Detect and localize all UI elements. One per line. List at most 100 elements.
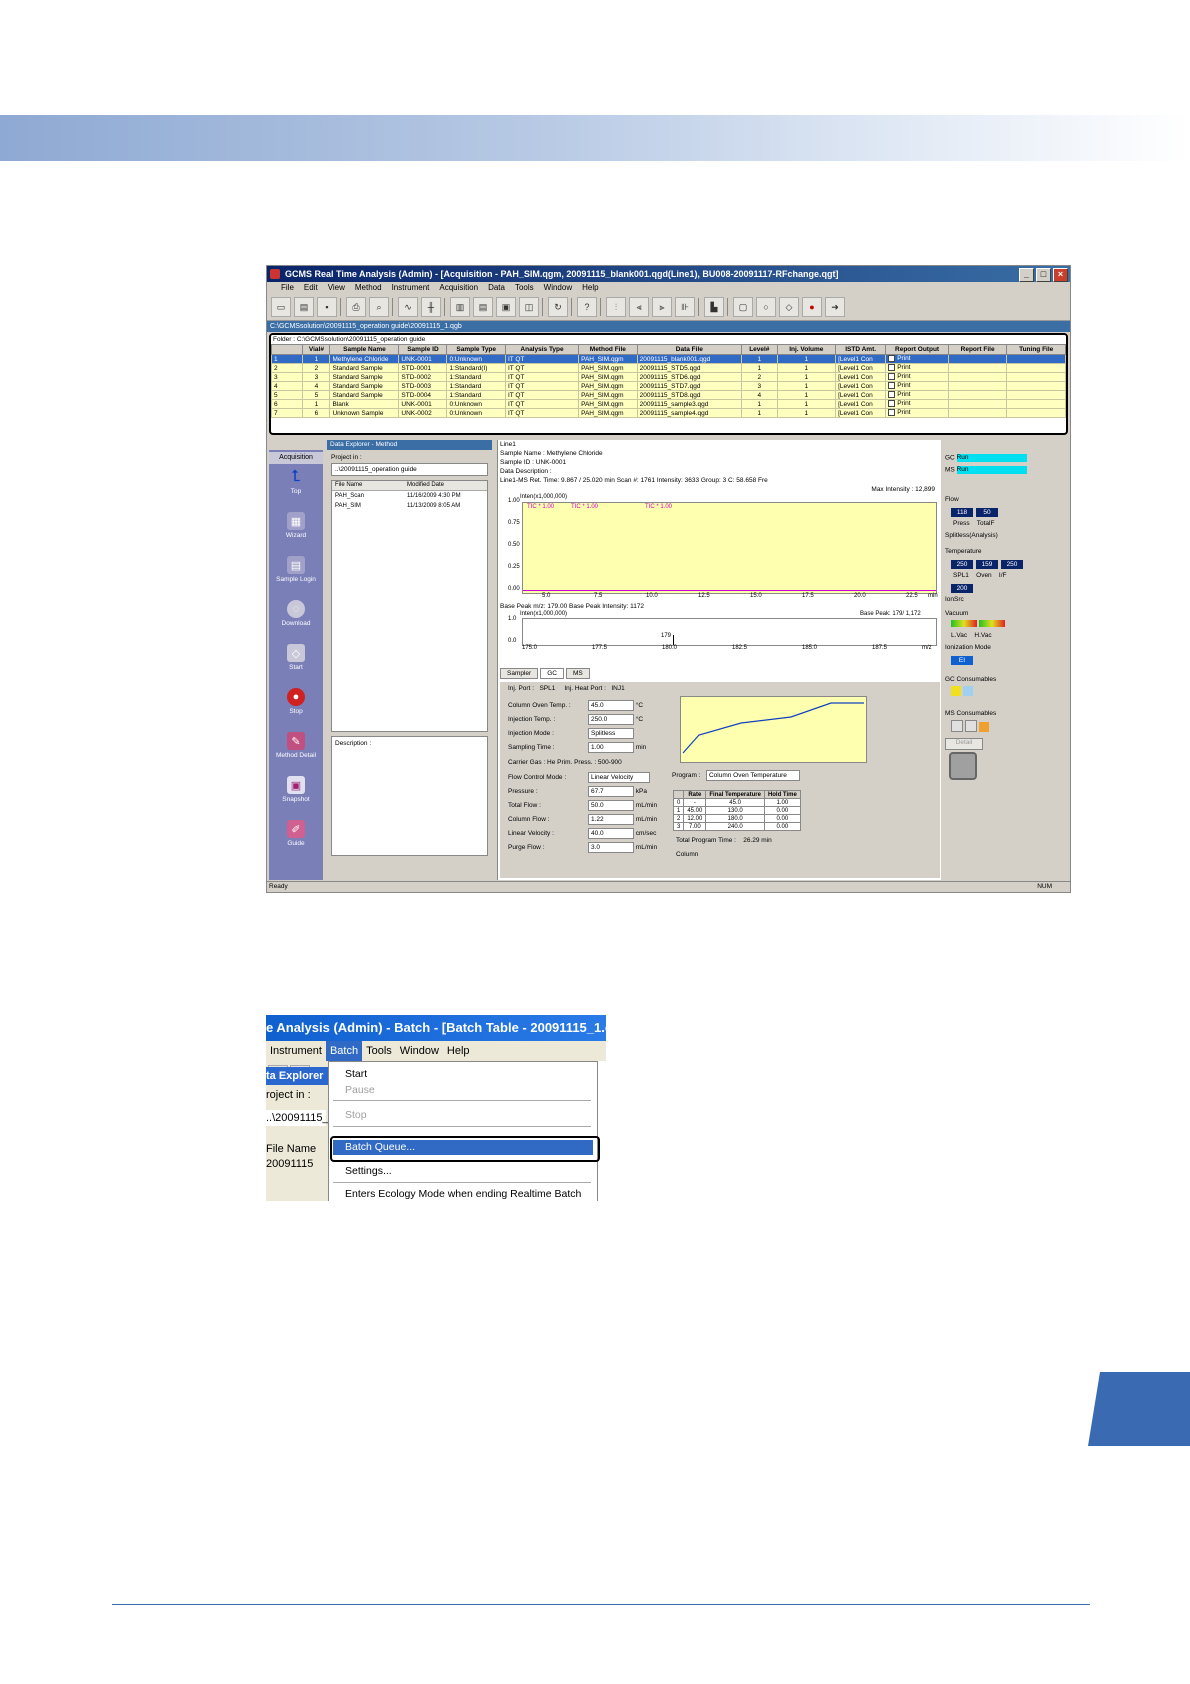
ms-consumable-3-icon[interactable] (978, 722, 989, 732)
batch-cell[interactable]: 1:Standard(I) (446, 363, 506, 373)
batch-cell[interactable] (947, 390, 1008, 400)
injection-mode-select[interactable]: Splitless (588, 728, 634, 739)
table-row[interactable]: 2 12.00 180.0 0.00 (672, 814, 801, 823)
detail-button[interactable]: Detail (945, 738, 983, 750)
batch-cell[interactable]: 1 (271, 354, 304, 364)
batch-cell[interactable]: Standard Sample (329, 390, 400, 400)
batch-cell[interactable]: Standard Sample (329, 363, 400, 373)
batch-cell[interactable]: 1 (776, 354, 837, 364)
menu-item-ecology-mode[interactable]: Enters Ecology Mode when ending Realtime… (345, 1188, 581, 1200)
oven-cell[interactable]: - (683, 798, 707, 807)
gc-consumable-icon[interactable] (951, 686, 961, 696)
batch-cell[interactable]: 1 (302, 399, 331, 409)
batch-cell[interactable]: Unknown Sample (329, 408, 400, 418)
oven-cell[interactable]: 0 (672, 798, 685, 807)
menu-method[interactable]: Method (355, 282, 382, 294)
batch-cell[interactable]: Methylene Chloride (329, 354, 400, 364)
batch-cell[interactable]: 4 (271, 381, 304, 391)
batch-cell[interactable]: Print (885, 408, 949, 418)
batch-cell[interactable]: 0:Unknown (446, 399, 506, 409)
col-file-name[interactable]: File Name (332, 481, 407, 490)
batch-cell[interactable]: 2 (741, 372, 778, 382)
batch-cell[interactable]: STD-0002 (398, 372, 448, 382)
project-combo[interactable]: ..\20091115_operation guide (331, 463, 488, 476)
batch-cell[interactable]: UNK-0001 (398, 354, 448, 364)
batch-cell[interactable]: PAH_SIM.qgm (578, 363, 638, 373)
batch-cell[interactable] (1006, 372, 1066, 382)
table-row[interactable]: 1 1 Methylene Chloride UNK-0001 0:Unknown IT … (271, 354, 1066, 364)
save-icon[interactable]: ▪ (317, 297, 337, 317)
batch-col-header[interactable]: Vial# (302, 344, 331, 355)
batch-cell[interactable]: PAH_SIM.qgm (578, 399, 638, 409)
batch-cell[interactable]: [Level1 Con (835, 354, 887, 364)
menu-item-stop[interactable]: Stop (345, 1109, 367, 1121)
tool-3-icon[interactable]: ◇ (779, 297, 799, 317)
batch-cell[interactable]: Standard Sample (329, 372, 400, 382)
menu-item-settings[interactable]: Settings... (345, 1165, 392, 1177)
tool-2-icon[interactable]: ○ (756, 297, 776, 317)
batch-cell[interactable]: 1 (302, 354, 331, 364)
layout-1-icon[interactable]: ▥ (450, 297, 470, 317)
nav-stop[interactable]: ● Stop (269, 688, 323, 728)
batch-cell[interactable]: UNK-0002 (398, 408, 448, 418)
batch-cell[interactable] (1006, 354, 1066, 364)
nav-start[interactable]: ◇ Start (269, 644, 323, 684)
batch-cell[interactable]: 20091115_STD5.qgd (636, 363, 743, 373)
batch-col-header[interactable]: Sample ID (398, 344, 448, 355)
peak-icon[interactable]: ⫶ (606, 297, 626, 317)
menu-instrument[interactable]: Instrument (392, 282, 430, 294)
batch-cell[interactable]: IT QT (504, 408, 580, 418)
oven-cell[interactable]: 0.00 (763, 814, 801, 823)
batch-cell[interactable]: 1 (741, 399, 778, 409)
column-oven-field[interactable]: 45.0 (588, 700, 634, 711)
batch-cell[interactable]: 2 (302, 363, 331, 373)
open-icon[interactable]: ▤ (294, 297, 314, 317)
tool-1-icon[interactable]: ▢ (733, 297, 753, 317)
forward-icon[interactable]: ➜ (825, 297, 845, 317)
table-row[interactable]: 3 3 Standard Sample STD-0002 1:Standard IT QT… (271, 372, 1066, 382)
batch-cell[interactable]: 1:Standard (446, 372, 506, 382)
batch-col-header[interactable]: Inj. Volume (776, 344, 837, 355)
table-row[interactable]: 6 1 Blank UNK-0001 0:Unknown IT QT PAH_SIM.qgm… (271, 399, 1066, 409)
nav-wizard[interactable]: ▦ Wizard (269, 512, 323, 552)
batch-cell[interactable]: Print (885, 399, 949, 409)
oven-cell[interactable]: 3 (672, 822, 685, 831)
injection-temp-field[interactable]: 250.0 (588, 714, 634, 725)
batch-cell[interactable]: Standard Sample (329, 381, 400, 391)
project-combo[interactable]: ..\20091115_ (266, 1110, 329, 1126)
nav-download[interactable]: ◌ Download (269, 600, 323, 640)
batch-cell[interactable] (947, 354, 1008, 364)
nav-snapshot[interactable]: ▣ Snapshot (269, 776, 323, 816)
report-checkbox[interactable] (888, 400, 896, 408)
table-row[interactable]: 4 4 Standard Sample STD-0003 1:Standard IT QT… (271, 381, 1066, 391)
linear-velocity-field[interactable]: 40.0 (588, 828, 634, 839)
tab-gc[interactable]: GC (540, 668, 564, 679)
batch-cell[interactable]: 1 (741, 363, 778, 373)
oven-cell[interactable]: 0.00 (763, 822, 801, 831)
nav-sample-login[interactable]: ▤ Sample Login (269, 556, 323, 596)
list-item[interactable]: PAH_Scan 11/16/2009 4:30 PM (332, 491, 487, 501)
batch-cell[interactable] (1006, 399, 1066, 409)
batch-cell[interactable]: IT QT (504, 354, 580, 364)
peak-4-icon[interactable]: ⊪ (675, 297, 695, 317)
batch-cell[interactable]: 1 (741, 354, 778, 364)
ms-consumable-2-icon[interactable] (964, 720, 977, 732)
batch-cell[interactable]: 4 (741, 390, 778, 400)
report-checkbox[interactable] (888, 364, 896, 372)
menu-data[interactable]: Data (488, 282, 505, 294)
spectrum-icon[interactable]: ╫ (421, 297, 441, 317)
batch-col-header[interactable] (271, 344, 304, 355)
batch-cell[interactable]: STD-0004 (398, 390, 448, 400)
menu-item-pause[interactable]: Pause (345, 1084, 375, 1096)
stop-icon[interactable]: ● (802, 297, 822, 317)
batch-col-header[interactable]: Tuning File (1006, 344, 1066, 355)
batch-cell[interactable]: 1:Standard (446, 381, 506, 391)
peak-3-icon[interactable]: ⫸ (652, 297, 672, 317)
batch-cell[interactable]: 0:Unknown (446, 408, 506, 418)
batch-cell[interactable]: IT QT (504, 399, 580, 409)
report-checkbox[interactable] (888, 382, 896, 390)
batch-cell[interactable]: IT QT (504, 363, 580, 373)
help-icon[interactable]: ? (577, 297, 597, 317)
batch-cell[interactable]: 2 (271, 363, 304, 373)
batch-cell[interactable]: [Level1 Con (835, 381, 887, 391)
